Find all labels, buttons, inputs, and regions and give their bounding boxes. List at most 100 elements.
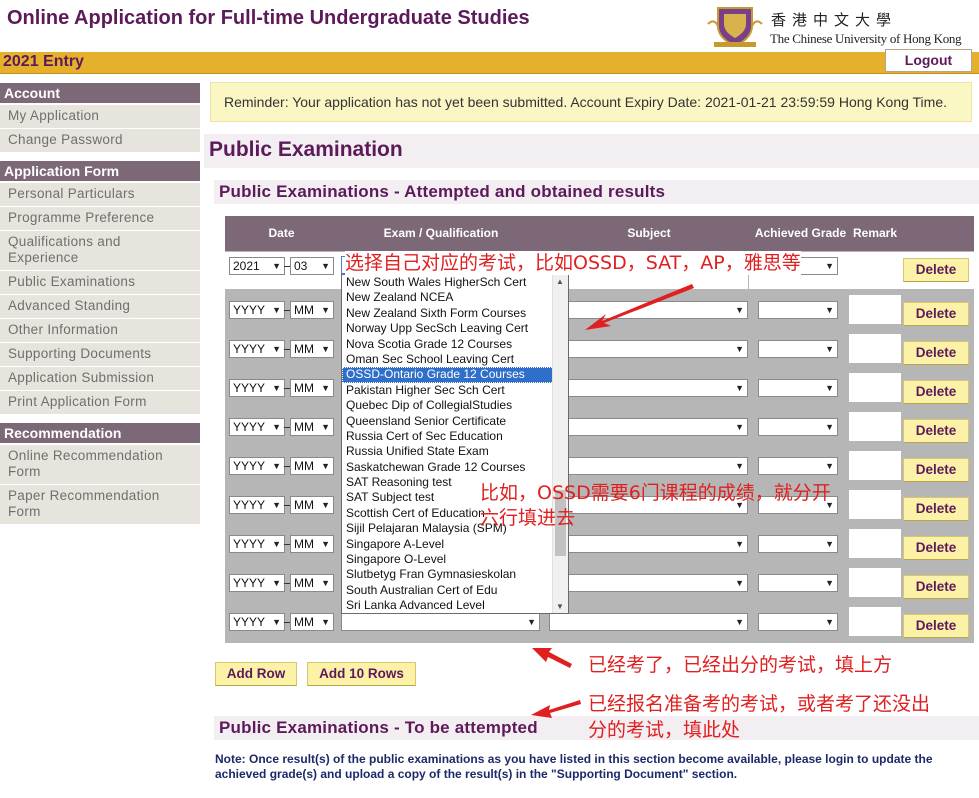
year-select[interactable]: YYYY ▼ (229, 613, 285, 631)
annotation-ossd-line1: 比如，OSSD需要6门课程的成绩，就分开 (480, 482, 831, 504)
sidebar-item-online-recommendation[interactable]: Online Recommendation Form (0, 445, 200, 484)
logo-english-name: The Chinese University of Hong Kong (770, 31, 962, 46)
exam-dropdown-list[interactable]: New South Wales HigherSch Cert New Zealan… (341, 274, 569, 614)
subject-select[interactable]: ▼ (549, 379, 748, 397)
month-select[interactable]: MM ▼ (290, 574, 334, 592)
month-select[interactable]: MM ▼ (290, 418, 334, 436)
month-select[interactable]: MM ▼ (290, 535, 334, 553)
month-select[interactable]: MM ▼ (290, 340, 334, 358)
table-row: YYYY▼MM▼▼▼▼Delete (225, 447, 974, 484)
grade-select[interactable]: ▼ (758, 574, 838, 592)
year-select[interactable]: YYYY ▼ (229, 418, 285, 436)
grade-select[interactable]: ▼ (758, 301, 838, 319)
remark-cell (849, 412, 901, 441)
delete-button[interactable]: Delete (903, 497, 969, 521)
reminder-banner: Reminder: Your application has not yet b… (210, 82, 972, 122)
dropdown-option[interactable]: Pakistan Higher Sec Sch Cert (342, 383, 568, 398)
year-select[interactable]: YYYY ▼ (229, 301, 285, 319)
subject-select[interactable]: ▼ (549, 574, 748, 592)
sidebar-item-my-application[interactable]: My Application (0, 105, 200, 128)
grade-select[interactable]: ▼ (758, 613, 838, 631)
delete-button[interactable]: Delete (903, 575, 969, 599)
sidebar-item-paper-recommendation[interactable]: Paper Recommendation Form (0, 485, 200, 524)
dropdown-option[interactable]: Slutbetyg Fran Gymnasieskolan (342, 567, 568, 582)
month-select[interactable]: MM ▼ (290, 379, 334, 397)
dropdown-option[interactable]: South Australian Cert of Edu (342, 583, 568, 598)
subject-select[interactable]: ▼ (549, 301, 748, 319)
dropdown-option[interactable]: Oman Sec School Leaving Cert (342, 352, 568, 367)
delete-button[interactable]: Delete (903, 614, 969, 638)
grade-select[interactable]: ▼ (758, 535, 838, 553)
month-select[interactable]: MM ▼ (290, 301, 334, 319)
grade-select[interactable]: ▼ (758, 340, 838, 358)
sidebar-section-recommendation: Recommendation (0, 423, 200, 443)
section-title-attempted: Public Examinations - Attempted and obta… (214, 180, 979, 204)
sidebar-item-print-application-form[interactable]: Print Application Form (0, 391, 200, 414)
table-header: Date Exam / Qualification Subject Achiev… (225, 216, 974, 251)
scroll-up-icon[interactable]: ▲ (556, 277, 564, 286)
sidebar-item-public-examinations[interactable]: Public Examinations (0, 271, 200, 294)
delete-button[interactable]: Delete (903, 380, 969, 404)
subject-select[interactable]: ▼ (549, 340, 748, 358)
subject-select[interactable]: ▼ (549, 613, 748, 631)
entry-year: 2021 Entry (3, 53, 84, 70)
sidebar-item-supporting-documents[interactable]: Supporting Documents (0, 343, 200, 366)
dropdown-option[interactable]: Singapore O-Level (342, 552, 568, 567)
year-select[interactable]: YYYY ▼ (229, 535, 285, 553)
dropdown-option[interactable]: New Zealand Sixth Form Courses (342, 306, 568, 321)
sidebar-item-application-submission[interactable]: Application Submission (0, 367, 200, 390)
dropdown-option[interactable]: Russia Cert of Sec Education (342, 429, 568, 444)
page-title: Public Examination (204, 134, 979, 168)
sidebar-item-other-information[interactable]: Other Information (0, 319, 200, 342)
sidebar-item-change-password[interactable]: Change Password (0, 129, 200, 152)
delete-button[interactable]: Delete (903, 536, 969, 560)
year-select[interactable]: YYYY ▼ (229, 574, 285, 592)
table-row: YYYY▼MM▼▼▼▼Delete (225, 369, 974, 406)
dropdown-option[interactable]: Sri Lanka Advanced Level (342, 598, 568, 613)
annotation-above: 已经考了，已经出分的考试，填上方 (588, 654, 893, 676)
subject-select[interactable]: ▼ (549, 535, 748, 553)
dropdown-option[interactable]: Singapore A-Level (342, 537, 568, 552)
delete-button[interactable]: Delete (903, 458, 969, 482)
dropdown-option[interactable]: Russia Unified State Exam (342, 444, 568, 459)
delete-button[interactable]: Delete (903, 341, 969, 365)
annotation-below-line2: 分的考试，填此处 (588, 719, 741, 741)
year-select[interactable]: 2021 ▼ (229, 257, 285, 275)
remark-cell (849, 373, 901, 402)
dropdown-option[interactable]: Queensland Senior Certificate (342, 414, 568, 429)
year-select[interactable]: YYYY ▼ (229, 496, 285, 514)
dropdown-option[interactable]: New South Wales HigherSch Cert (342, 275, 568, 290)
year-select[interactable]: YYYY ▼ (229, 379, 285, 397)
dropdown-option[interactable]: Nova Scotia Grade 12 Courses (342, 337, 568, 352)
grade-select[interactable]: ▼ (758, 379, 838, 397)
dropdown-option[interactable]: New Zealand NCEA (342, 290, 568, 305)
delete-button[interactable]: Delete (903, 419, 969, 443)
year-select[interactable]: YYYY ▼ (229, 340, 285, 358)
add-row-button[interactable]: Add Row (215, 662, 297, 686)
logout-button[interactable]: Logout (885, 49, 972, 72)
dropdown-scrollbar[interactable]: ▲ ▼ (552, 275, 568, 613)
add-10-rows-button[interactable]: Add 10 Rows (307, 662, 416, 686)
month-select[interactable]: MM ▼ (290, 457, 334, 475)
dropdown-option[interactable]: Quebec Dip of CollegialStudies (342, 398, 568, 413)
remark-cell (849, 568, 901, 597)
sidebar-item-programme-preference[interactable]: Programme Preference (0, 207, 200, 230)
delete-button[interactable]: Delete (903, 302, 969, 326)
scroll-down-icon[interactable]: ▼ (556, 602, 564, 611)
subject-select[interactable]: ▼ (549, 418, 748, 436)
dropdown-option[interactable]: Saskatchewan Grade 12 Courses (342, 460, 568, 475)
sidebar-item-personal-particulars[interactable]: Personal Particulars (0, 183, 200, 206)
delete-button[interactable]: Delete (903, 258, 969, 282)
month-select[interactable]: MM ▼ (290, 613, 334, 631)
dropdown-option[interactable]: OSSD-Ontario Grade 12 Courses (342, 367, 568, 383)
grade-select[interactable]: ▼ (758, 418, 838, 436)
month-select[interactable]: MM ▼ (290, 496, 334, 514)
sidebar-item-advanced-standing[interactable]: Advanced Standing (0, 295, 200, 318)
grade-select[interactable]: ▼ (758, 457, 838, 475)
year-select[interactable]: YYYY ▼ (229, 457, 285, 475)
sidebar-item-qualifications[interactable]: Qualifications and Experience (0, 231, 200, 270)
subject-select[interactable]: ▼ (549, 457, 748, 475)
dropdown-option[interactable]: Norway Upp SecSch Leaving Cert (342, 321, 568, 336)
exam-select[interactable]: ▼ (341, 613, 540, 631)
month-select[interactable]: 03 ▼ (290, 257, 334, 275)
